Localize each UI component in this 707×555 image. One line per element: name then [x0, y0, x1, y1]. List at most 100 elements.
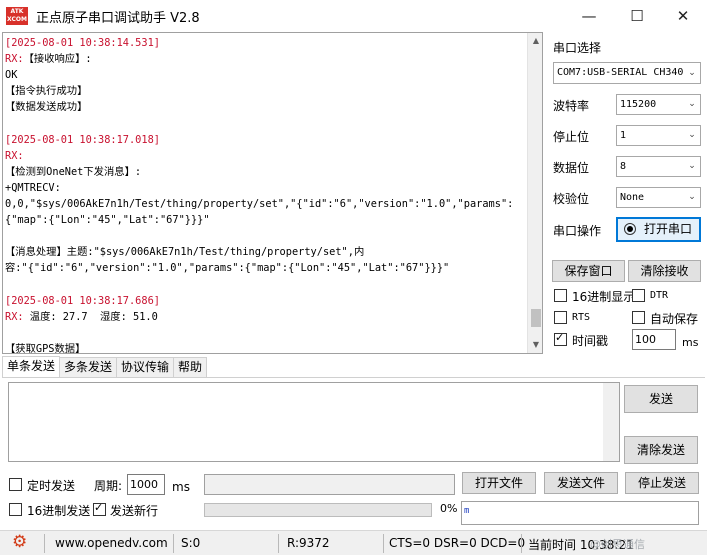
receive-line: {"map":{"Lon":"45","Lat":"67"}}}"	[5, 214, 210, 227]
progress-percent: 0%	[440, 502, 458, 515]
tab-protocol[interactable]: 协议传输	[116, 357, 175, 378]
period-unit: ms	[172, 480, 190, 494]
clear-send-button[interactable]: 清除发送	[624, 436, 698, 464]
timestamp-checkbox[interactable]	[554, 331, 567, 346]
receive-line: OK	[5, 69, 18, 82]
sent-count: S:0	[181, 536, 201, 550]
rts-checkbox[interactable]	[554, 311, 567, 324]
receive-line: RX:【接收响应】:	[5, 53, 92, 66]
receive-line: 【指令执行成功】	[5, 85, 88, 98]
receive-scrollbar[interactable]: ▲ ▼	[527, 33, 542, 353]
status-divider	[44, 534, 45, 553]
timed-send-label: 定时发送	[27, 479, 76, 493]
stopbits-label: 停止位	[553, 130, 590, 144]
rts-label: RTS	[572, 312, 591, 323]
title-bar: ATK XCOM 正点原子串口调试助手 V2.8 — ☐ ✕	[0, 0, 707, 32]
website-link[interactable]: www.openedv.com	[55, 536, 168, 550]
tab-multi-send[interactable]: 多条发送	[59, 357, 118, 378]
port-select[interactable]: COM7:USB-SERIAL CH340 ⌄	[553, 62, 701, 84]
window-title: 正点原子串口调试助手 V2.8	[36, 10, 200, 26]
newline-label: 发送新行	[110, 504, 159, 518]
link-box[interactable]: m	[461, 501, 699, 525]
stopbits-value: 1	[620, 130, 627, 141]
gear-icon[interactable]: ⚙	[12, 532, 27, 552]
open-file-button[interactable]: 打开文件	[462, 472, 536, 494]
receive-line: 【数据发送成功】	[5, 101, 88, 114]
port-op-label: 串口操作	[553, 224, 602, 238]
status-divider	[173, 534, 174, 553]
status-divider	[521, 534, 522, 553]
receive-line: [2025-08-01 10:38:17.686]	[5, 294, 160, 307]
auto-save-checkbox[interactable]	[632, 311, 645, 324]
hex-display-label: 16进制显示	[572, 290, 636, 304]
stop-send-button[interactable]: 停止发送	[625, 472, 699, 494]
dtr-checkbox[interactable]	[632, 289, 645, 302]
receive-line: 【消息处理】主题:"$sys/006AkE7n1h/Test/thing/pro…	[5, 246, 365, 259]
receive-line: 0,0,"$sys/006AkE7n1h/Test/thing/property…	[5, 197, 514, 210]
receive-line: [2025-08-01 10:38:17.018]	[5, 133, 160, 146]
dtr-label: DTR	[650, 290, 669, 301]
scroll-up-icon[interactable]: ▲	[528, 33, 542, 49]
receive-text: [2025-08-01 10:38:14.531] RX:【接收响应】: OK 【指令…	[5, 35, 525, 354]
status-bar: ⚙ www.openedv.com S:0 R:9372 CTS=0 DSR=0…	[0, 530, 707, 555]
chevron-down-icon: ⌄	[684, 95, 700, 114]
receive-line: 【获取GPS数据】	[5, 342, 86, 354]
receive-line	[5, 115, 525, 131]
hex-send-checkbox[interactable]	[9, 503, 22, 516]
timestamp-unit: ms	[682, 336, 699, 349]
baud-select[interactable]: 115200 ⌄	[616, 94, 701, 115]
parity-label: 校验位	[553, 192, 590, 206]
open-port-label: 打开串口	[644, 222, 693, 236]
timestamp-label: 时间戳	[572, 334, 609, 348]
receive-line: RX: 温度: 27.7 湿度: 51.0	[5, 310, 158, 323]
tab-single-send[interactable]: 单条发送	[2, 356, 61, 378]
timestamp-interval-input[interactable]: 100	[632, 329, 676, 350]
receive-line: +QMTRECV:	[5, 181, 61, 194]
databits-value: 8	[620, 161, 627, 172]
tab-help[interactable]: 帮助	[173, 357, 208, 378]
minimize-button[interactable]: —	[566, 0, 612, 32]
parity-select[interactable]: None ⌄	[616, 187, 701, 208]
save-window-button[interactable]: 保存窗口	[552, 260, 625, 282]
newline-checkbox[interactable]	[93, 501, 106, 516]
status-divider	[383, 534, 384, 553]
scroll-thumb[interactable]	[531, 309, 541, 327]
status-divider	[278, 534, 279, 553]
maximize-button[interactable]: ☐	[614, 0, 660, 32]
file-path-field[interactable]	[204, 474, 455, 495]
radio-icon	[624, 223, 636, 235]
receive-line	[5, 228, 525, 244]
port-select-value: COM7:USB-SERIAL CH340	[557, 67, 684, 78]
hex-send-label: 16进制发送	[27, 504, 91, 518]
send-tabs: 单条发送 多条发送 协议传输 帮助	[2, 356, 208, 378]
scroll-down-icon[interactable]: ▼	[528, 337, 542, 353]
send-button[interactable]: 发送	[624, 385, 698, 413]
receive-line: 容:"{"id":"6","version":"1.0","params":{"…	[5, 262, 450, 275]
clear-receive-button[interactable]: 清除接收	[628, 260, 701, 282]
hex-display-checkbox[interactable]	[554, 289, 567, 302]
send-input[interactable]	[8, 382, 620, 462]
period-input[interactable]: 1000	[127, 474, 165, 495]
chevron-down-icon: ⌄	[684, 188, 700, 207]
minimize-icon: —	[581, 7, 597, 25]
baud-label: 波特率	[553, 99, 590, 113]
app-logo: ATK XCOM	[6, 7, 28, 25]
chevron-down-icon: ⌄	[684, 126, 700, 145]
stopbits-select[interactable]: 1 ⌄	[616, 125, 701, 146]
receive-area[interactable]: [2025-08-01 10:38:14.531] RX:【接收响应】: OK 【指令…	[2, 32, 543, 354]
received-count: R:9372	[287, 536, 330, 550]
databits-select[interactable]: 8 ⌄	[616, 156, 701, 177]
send-progress-bar	[204, 503, 432, 517]
open-port-button[interactable]: 打开串口	[616, 217, 701, 242]
send-scrollbar[interactable]	[603, 383, 619, 461]
receive-line: [2025-08-01 10:38:14.531]	[5, 37, 160, 49]
close-icon: ✕	[676, 7, 690, 25]
maximize-icon: ☐	[630, 7, 644, 25]
close-button[interactable]: ✕	[660, 0, 706, 32]
databits-label: 数据位	[553, 161, 590, 175]
baud-value: 115200	[620, 99, 657, 110]
send-file-button[interactable]: 发送文件	[544, 472, 618, 494]
period-label: 周期:	[94, 479, 123, 493]
timed-send-checkbox[interactable]	[9, 478, 22, 491]
line-status: CTS=0 DSR=0 DCD=0	[389, 536, 526, 550]
